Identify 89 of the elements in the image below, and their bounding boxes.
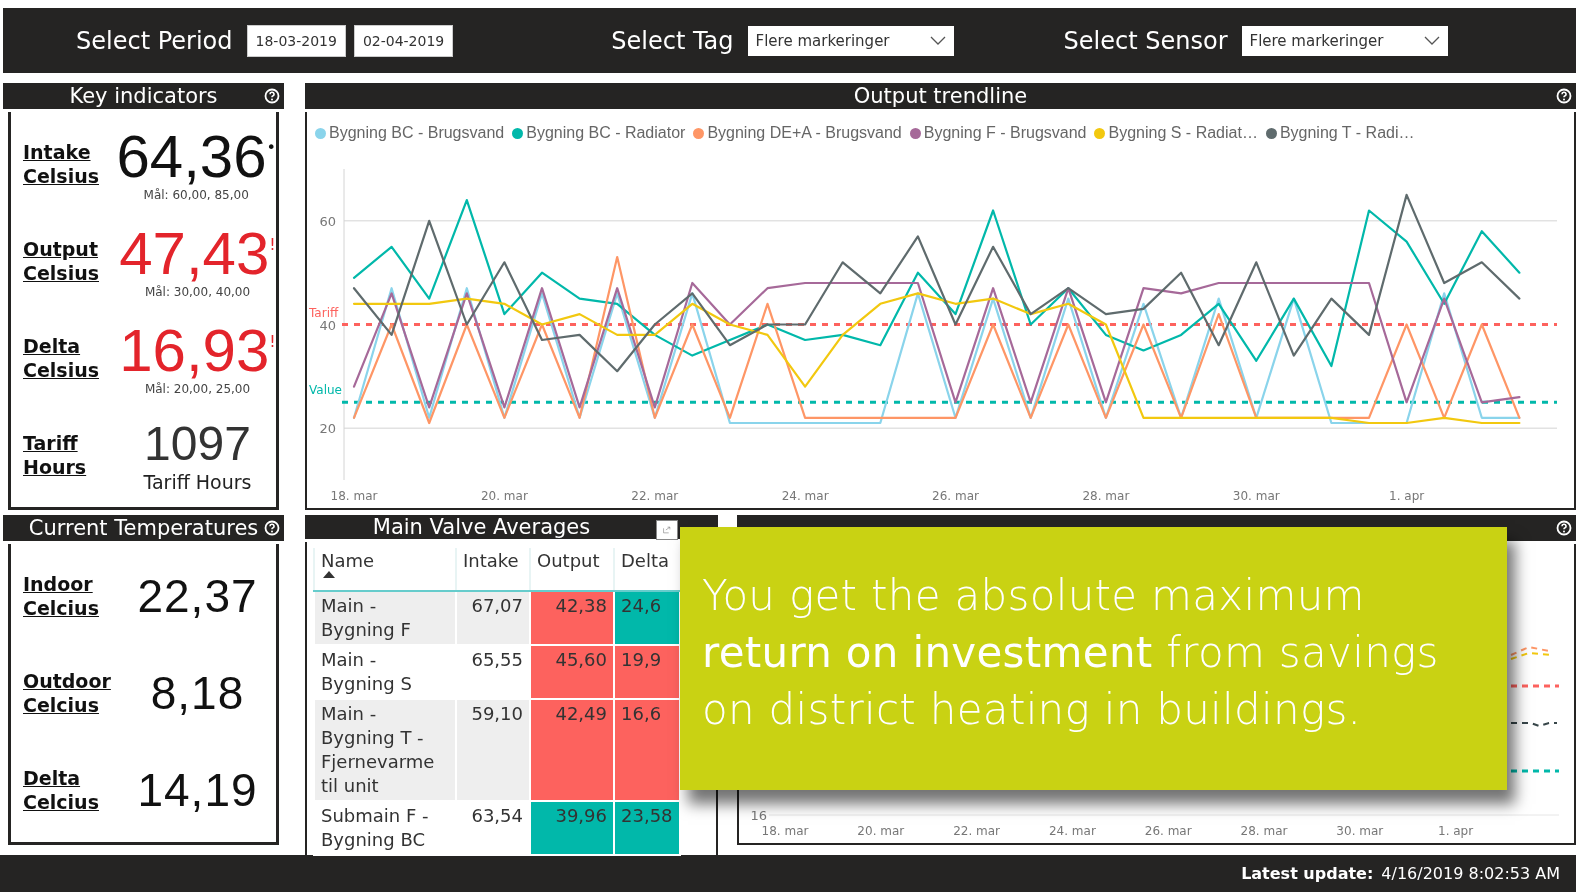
temperature-value: 8,18 — [150, 666, 245, 721]
reference-label: Value — [309, 383, 342, 398]
legend-label[interactable]: Bygning BC - Brugsvand — [329, 124, 505, 142]
help-icon[interactable] — [264, 520, 280, 536]
table-cell: 39,96 — [530, 801, 614, 855]
dropdown[interactable]: Flere markeringer — [747, 25, 954, 56]
x-tick-label: 30. mar — [1232, 489, 1280, 503]
kpi-link[interactable]: Tariff Hours — [23, 430, 119, 479]
x-tick-label: 1. apr — [1389, 489, 1425, 503]
chevron-down-icon — [929, 35, 946, 46]
x-tick-label: 24. mar — [781, 489, 829, 503]
help-icon[interactable] — [264, 88, 280, 104]
x-tick-label: 1. apr — [1438, 824, 1474, 838]
temperature-value: 14,19 — [137, 762, 258, 818]
x-tick-label: 18. mar — [761, 824, 809, 838]
start-date-field[interactable]: 18-03-2019 — [246, 24, 346, 57]
table-cell: 16,6 — [614, 699, 680, 801]
temperature-value: 22,37 — [137, 569, 258, 625]
filter-label: Select Tag — [611, 26, 734, 55]
table-cell: Main - Bygning T - Fjernevarme til unit — [314, 699, 456, 801]
kpi-caption: Tariff Hours — [143, 470, 252, 493]
filter-label: Select Sensor — [1063, 26, 1228, 55]
status-indicator: ! — [269, 234, 276, 257]
x-tick-label: 28. mar — [1082, 489, 1130, 503]
focus-mode-icon — [663, 524, 671, 536]
x-tick-label: 26. mar — [1144, 824, 1192, 838]
kpi-value: 16,93 — [119, 319, 270, 382]
table-cell: 24,6 — [614, 591, 680, 645]
reference-line — [1511, 769, 1559, 773]
status-indicator: ! — [269, 330, 276, 353]
dashed-lines-drawing — [1510, 645, 1552, 660]
reference-label: Tariff — [309, 305, 339, 320]
panel-title: Key indicators — [69, 84, 218, 108]
panel-title: Output trendline — [853, 84, 1028, 108]
x-tick-label: 26. mar — [932, 489, 979, 503]
kpi-link[interactable]: Outdoor Celcius — [23, 669, 119, 717]
x-tick-label: 22. mar — [631, 489, 679, 503]
legend-label[interactable]: Bygning DE+A - Brugsvand — [707, 124, 902, 142]
target-text: Mål: 30,00, 40,00 — [144, 285, 251, 300]
legend-label[interactable]: Bygning T - Radi… — [1279, 124, 1415, 142]
x-tick-label: 22. mar — [953, 824, 1001, 838]
kpi-value: 64,36 — [116, 126, 267, 189]
x-tick-label: 24. mar — [1048, 824, 1096, 838]
y-tick-label: 16 — [750, 808, 767, 823]
x-tick-label: 28. mar — [1240, 824, 1288, 838]
table-cell: 45,60 — [530, 645, 614, 699]
table-cell: Main - Bygning F — [314, 591, 456, 645]
update-label: Latest update: — [1241, 864, 1374, 883]
y-tick-label: 60 — [319, 213, 336, 229]
kpi-link[interactable]: Indoor Celcius — [23, 572, 119, 621]
x-tick-label: 18. mar — [330, 489, 378, 503]
table-cell: 42,38 — [530, 591, 614, 645]
dropdown[interactable]: Flere markeringer — [1241, 25, 1448, 56]
kpi-link[interactable]: Intake Celsius — [23, 140, 117, 189]
help-icon[interactable] — [1556, 520, 1572, 536]
kpi-value: 1097 — [144, 416, 251, 471]
legend-label[interactable]: Bygning S - Radiat… — [1108, 124, 1258, 142]
chevron-down-icon — [1423, 35, 1440, 46]
column-header[interactable]: Intake — [456, 548, 530, 591]
kpi-link[interactable]: Delta Celcius — [23, 765, 119, 814]
kpi-value: 47,43 — [119, 223, 270, 286]
target-text: Mål: 20,00, 25,00 — [144, 381, 251, 396]
y-tick-label: 40 — [319, 317, 336, 333]
y-tick-label: 20 — [319, 421, 336, 437]
table-cell: 23,58 — [614, 801, 680, 855]
panel-title: Current Temperatures — [28, 516, 259, 540]
column-header[interactable]: Name — [314, 548, 456, 591]
table-cell: 19,9 — [614, 645, 680, 699]
focus-mode-button[interactable] — [656, 520, 678, 540]
table-cell: 67,07 — [456, 591, 530, 645]
x-tick-label: 30. mar — [1336, 824, 1384, 838]
kpi-link[interactable]: Delta Celsius — [23, 333, 119, 382]
legend-label[interactable]: Bygning F - Brugsvand — [923, 124, 1087, 142]
panel-title: Main Valve Averages — [372, 515, 591, 539]
reference-line — [1511, 684, 1559, 688]
promo-text: You get the absolute maximum return on investment from savings on district heating in buildings. — [702, 570, 1440, 736]
legend-label[interactable]: Bygning BC - Radiator — [526, 124, 686, 142]
update-timestamp: 4/16/2019 8:02:53 AM — [1381, 864, 1560, 883]
x-tick-label: 20. mar — [857, 824, 905, 838]
x-tick-label: 20. mar — [480, 489, 528, 503]
kpi-link[interactable]: Output Celsius — [23, 237, 119, 286]
filter-label: Select Period — [76, 26, 233, 55]
help-icon[interactable] — [1556, 88, 1572, 104]
status-indicator: • — [266, 137, 276, 160]
target-text: Mål: 60,00, 85,00 — [143, 188, 249, 203]
series-line — [1510, 722, 1558, 728]
table-cell: 42,49 — [530, 699, 614, 801]
end-date-field[interactable]: 02-04-2019 — [353, 24, 454, 57]
table-cell: 59,10 — [456, 699, 530, 801]
